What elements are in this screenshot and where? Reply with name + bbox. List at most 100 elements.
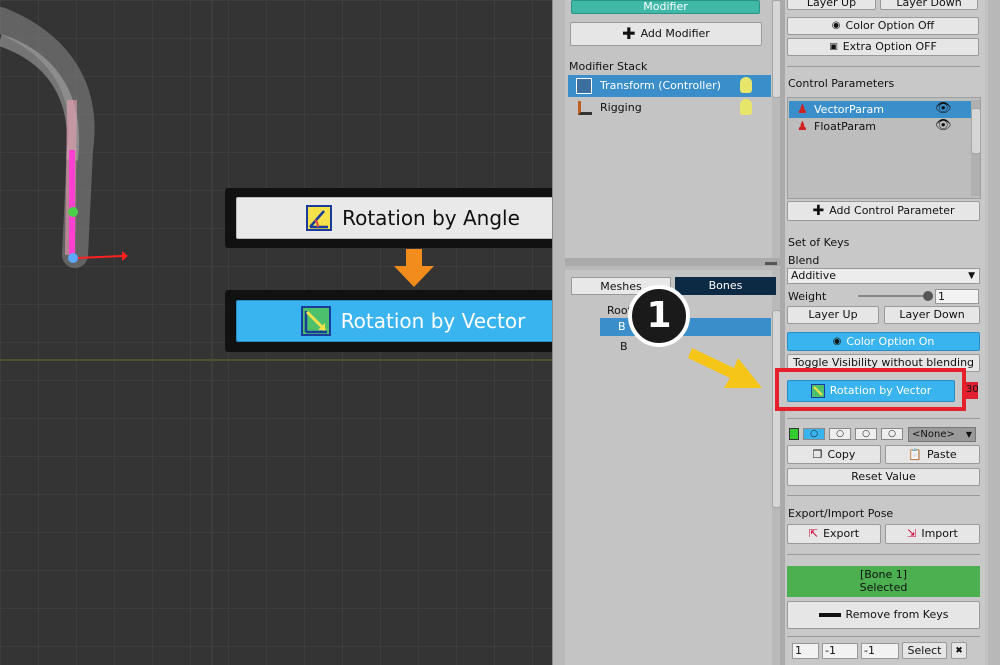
layer-down-button[interactable]: Layer Down — [880, 0, 978, 10]
remove-from-keys-label: Remove from Keys — [845, 608, 949, 621]
select-button[interactable]: Select — [902, 642, 947, 659]
blend-label: Blend — [788, 254, 820, 267]
tab-meshes-label: Meshes — [600, 280, 642, 293]
modifier-tab[interactable]: Modifier — [571, 0, 760, 14]
tree-item[interactable]: B — [620, 340, 628, 353]
rigging-icon — [578, 101, 592, 115]
step-number-badge: 1 — [628, 285, 690, 347]
modifier-item-transform-label: Transform (Controller) — [600, 79, 721, 92]
divider — [787, 554, 980, 555]
color-option-off-button[interactable]: ◉ Color Option Off — [787, 17, 979, 35]
vector-icon — [810, 384, 825, 398]
modifier-item-rigging[interactable]: Rigging — [568, 97, 771, 119]
close-icon[interactable]: ✖ — [951, 642, 967, 659]
param-pin-icon: ♟ — [797, 119, 808, 133]
import-label: Import — [921, 527, 958, 540]
paste-label: Paste — [927, 447, 957, 461]
param-item-vector[interactable]: ♟ VectorParam 👁 — [789, 101, 971, 118]
add-control-parameter-label: Add Control Parameter — [829, 204, 955, 217]
splitter[interactable] — [565, 258, 780, 266]
radio-option-2[interactable]: ○ — [829, 428, 851, 440]
param-list-scrollbar[interactable] — [971, 100, 981, 196]
color-option-off-label: Color Option Off — [845, 19, 935, 32]
weight-input[interactable]: 1 — [935, 289, 979, 304]
extra-icon: ▣ — [829, 42, 838, 52]
bulb-icon[interactable] — [740, 77, 752, 93]
eye-icon: ◉ — [832, 335, 842, 347]
remove-icon — [818, 613, 841, 617]
chevron-down-icon: ▼ — [965, 430, 972, 439]
side-badge: 30 — [966, 382, 979, 399]
layer-down-2-label: Layer Down — [899, 308, 965, 321]
extra-option-off-label: Extra Option OFF — [842, 40, 937, 53]
layer-down-label: Layer Down — [896, 0, 962, 9]
import-icon: ⇲ — [907, 527, 917, 540]
add-control-parameter-button[interactable]: ✚ Add Control Parameter — [787, 201, 980, 221]
color-select[interactable]: <None> ▼ — [908, 427, 976, 442]
chevron-down-icon: ▼ — [968, 271, 975, 281]
plus-icon: ✚ — [622, 24, 636, 43]
value-input-1[interactable]: 1 — [792, 643, 819, 659]
value-input-3[interactable]: -1 — [861, 643, 899, 659]
transform-icon — [576, 78, 592, 94]
bulb-icon[interactable] — [740, 99, 752, 115]
yellow-arrow-icon — [688, 348, 762, 388]
layer-up-button-2[interactable]: Layer Up — [787, 306, 879, 324]
remove-from-keys-button[interactable]: Remove from Keys — [787, 601, 980, 629]
copy-button[interactable]: ❐ Copy — [787, 445, 881, 464]
radio-option-1[interactable]: ○ — [803, 428, 825, 440]
tab-bones[interactable]: Bones — [675, 277, 776, 295]
export-label: Export — [823, 527, 860, 540]
set-of-keys-label: Set of Keys — [788, 236, 850, 249]
value-input-2[interactable]: -1 — [822, 643, 858, 659]
select-label: Select — [907, 643, 942, 657]
modifier-item-rigging-label: Rigging — [600, 101, 642, 114]
layer-up-label: Layer Up — [806, 0, 857, 9]
reset-value-button[interactable]: Reset Value — [787, 468, 980, 486]
param-item-float[interactable]: ♟ FloatParam 👁 — [789, 118, 971, 135]
radio-option-4[interactable]: ○ — [881, 428, 903, 440]
rotation-by-vector-callout: Rotation by Vector — [236, 300, 590, 342]
extra-option-off-button[interactable]: ▣ Extra Option OFF — [787, 38, 979, 56]
layer-up-button[interactable]: Layer Up — [787, 0, 876, 10]
color-option-on-label: Color Option On — [846, 334, 935, 348]
radio-option-3[interactable]: ○ — [855, 428, 877, 440]
divider — [787, 66, 980, 67]
tree-item-label: B — [618, 320, 626, 333]
import-button[interactable]: ⇲ Import — [885, 524, 980, 544]
weight-label: Weight — [788, 290, 827, 303]
control-parameters-label: Control Parameters — [788, 77, 895, 90]
param-pin-icon: ♟ — [797, 102, 808, 116]
color-option-on-button[interactable]: ◉ Color Option On — [787, 332, 980, 351]
eye-icon[interactable]: 👁 — [935, 101, 952, 116]
divider — [787, 495, 980, 496]
selected-status: [Bone 1] Selected — [787, 566, 980, 597]
modifier-item-transform[interactable]: Transform (Controller) — [568, 75, 771, 97]
vector-callout-label: Rotation by Vector — [340, 309, 526, 333]
paste-button[interactable]: 📋 Paste — [885, 445, 980, 464]
param-item-vector-label: VectorParam — [814, 103, 884, 116]
layer-down-button-2[interactable]: Layer Down — [884, 306, 980, 324]
rotation-by-vector-button[interactable]: Rotation by Vector — [787, 380, 955, 402]
blend-select-value: Additive — [791, 269, 836, 282]
export-import-label: Export/Import Pose — [788, 507, 894, 520]
close-glyph: ✖ — [955, 645, 963, 656]
splitter-handle-icon[interactable] — [765, 262, 777, 265]
selected-label: Selected — [859, 581, 908, 594]
add-modifier-button[interactable]: ✚ Add Modifier — [570, 22, 762, 46]
blend-select[interactable]: Additive ▼ — [787, 268, 980, 284]
eye-icon[interactable]: 👁 — [935, 118, 952, 133]
reset-value-label: Reset Value — [851, 470, 916, 483]
export-button[interactable]: ⇱ Export — [787, 524, 881, 544]
copy-label: Copy — [827, 447, 856, 461]
plus-icon: ✚ — [812, 203, 825, 219]
middle-scroll-top[interactable] — [772, 0, 781, 100]
modifier-stack-label: Modifier Stack — [569, 60, 648, 73]
add-modifier-label: Add Modifier — [640, 27, 710, 40]
color-swatch-icon[interactable] — [789, 428, 799, 440]
right-scrollbar[interactable] — [988, 0, 1000, 665]
weight-slider[interactable] — [858, 295, 930, 297]
divider — [787, 636, 980, 637]
weight-slider-handle[interactable] — [923, 291, 933, 301]
rotation-by-vector-label: Rotation by Vector — [829, 384, 932, 397]
